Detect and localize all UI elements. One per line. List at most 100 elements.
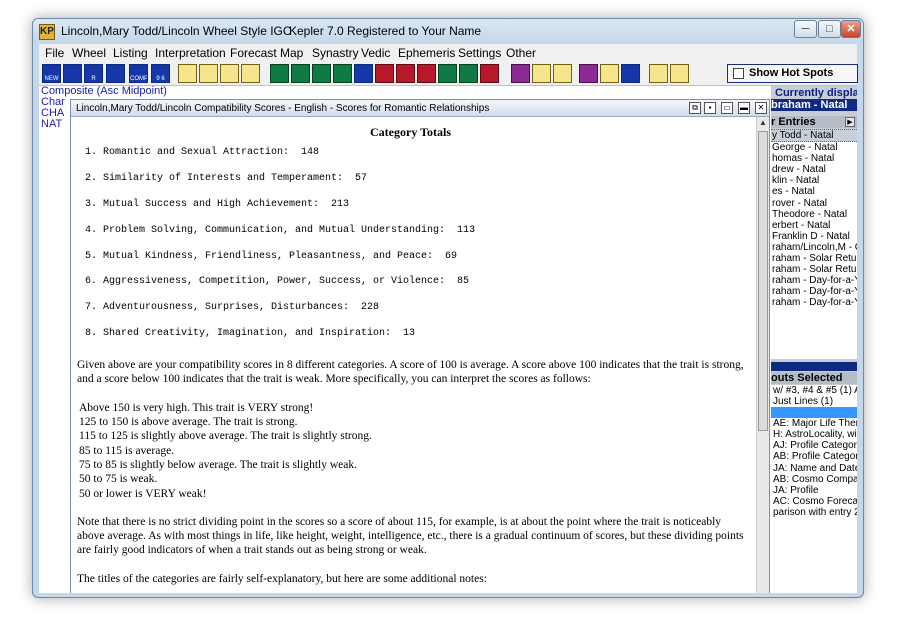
entries-list[interactable]: y Todd - Natal George - Natal homas - Na… — [771, 129, 857, 359]
scale-line: Above 150 is very high. This trait is VE… — [79, 401, 314, 414]
restore-icon[interactable]: ⧉ — [689, 102, 701, 114]
triwheel-icon[interactable] — [312, 64, 331, 83]
minimize-button[interactable]: ─ — [794, 20, 817, 38]
settings-icon[interactable] — [511, 64, 530, 83]
list-item[interactable]: AE: Major Life Themes — [771, 418, 857, 429]
menu-settings[interactable]: Settings — [458, 46, 501, 60]
list-item[interactable]: y Todd - Natal — [771, 129, 857, 143]
report-title-bar[interactable]: Lincoln,Mary Todd/Lincoln Compatibility … — [71, 100, 769, 117]
close-button[interactable]: ✕ — [841, 20, 861, 38]
hot-spots-label: Show Hot Spots — [749, 67, 834, 79]
list-item[interactable]: AB: Profile Category S — [771, 451, 857, 462]
list-item[interactable]: AJ: Profile Category S — [771, 440, 857, 451]
list-item[interactable]: Franklin D - Natal — [771, 231, 857, 242]
clock-icon[interactable] — [532, 64, 551, 83]
maps-icon[interactable] — [417, 64, 436, 83]
list-item-selected[interactable] — [771, 407, 857, 419]
menu-map[interactable]: Map — [280, 46, 303, 60]
show-hot-spots-checkbox[interactable]: Show Hot Spots — [727, 64, 858, 83]
intro-paragraph: Given above are your compatibility score… — [77, 359, 744, 386]
category-line: 3. Mutual Success and High Achievement: … — [85, 198, 350, 210]
list-item[interactable]: raham - Day-for-a-Yea — [771, 297, 857, 308]
synastry-icon[interactable] — [438, 64, 457, 83]
list-item[interactable]: H: AstroLocality, with — [771, 429, 857, 440]
scale-line: 75 to 85 is slightly below average. The … — [79, 458, 357, 471]
biwheel-icon[interactable] — [291, 64, 310, 83]
list-item[interactable]: parison with entry 2 — [771, 507, 857, 518]
help-icon[interactable] — [579, 64, 598, 83]
calendar-icon[interactable] — [621, 64, 640, 83]
minimize-icon[interactable]: ▬ — [738, 102, 750, 114]
category-line: 1. Romantic and Sexual Attraction: 148 — [85, 147, 320, 158]
list-item[interactable]: es - Natal — [771, 186, 857, 197]
list-item[interactable]: rover - Natal — [771, 198, 857, 209]
scroll-thumb[interactable] — [758, 131, 768, 431]
email-icon[interactable] — [241, 64, 260, 83]
zoom-in-icon[interactable] — [649, 64, 668, 83]
list-item[interactable]: AC: Cosmo Forecast — [771, 496, 857, 507]
list-item[interactable]: raham/Lincoln,M - Co — [771, 242, 857, 253]
outputs-list[interactable]: w/ #3, #4 & #5 (1) AA Just Lines (1) AE:… — [771, 385, 857, 593]
composite-icon[interactable]: COMP — [129, 64, 148, 83]
category-totals-heading: Category Totals — [370, 125, 451, 139]
category-line: 2. Similarity of Interests and Temperame… — [85, 172, 368, 184]
menu-wheel[interactable]: Wheel — [72, 46, 106, 60]
scale-line: 115 to 125 is slightly above average. Th… — [79, 430, 372, 443]
save-icon[interactable] — [199, 64, 218, 83]
menu-ephemeris[interactable]: Ephemeris — [398, 46, 455, 60]
list-item[interactable]: Theodore - Natal — [771, 209, 857, 220]
timer-icon[interactable] — [553, 64, 572, 83]
list-item[interactable]: homas - Natal — [771, 153, 857, 164]
font-icon[interactable] — [600, 64, 619, 83]
list-item[interactable]: w/ #3, #4 & #5 (1) AA — [771, 385, 857, 396]
scale-line: 85 to 115 is average. — [79, 444, 175, 457]
list-item[interactable]: raham - Day-for-a-Yea — [771, 286, 857, 297]
menu-listing[interactable]: Listing — [113, 46, 148, 60]
menu-interpretation[interactable]: Interpretation — [155, 46, 226, 60]
list-item[interactable]: erbert - Natal — [771, 220, 857, 231]
list-item[interactable]: George - Natal — [771, 142, 857, 153]
print-icon[interactable]: ▭ — [721, 102, 733, 114]
interpretation-icon[interactable] — [375, 64, 394, 83]
menu-forecast[interactable]: Forecast — [230, 46, 277, 60]
category-line: 7. Adventurousness, Surprises, Disturban… — [85, 302, 380, 314]
report-window: Lincoln,Mary Todd/Lincoln Compatibility … — [70, 99, 770, 593]
wheel-icon[interactable] — [270, 64, 289, 83]
app-icon[interactable]: KP — [39, 24, 55, 40]
list-item[interactable]: AB: Cosmo Compatib — [771, 474, 857, 485]
ephemeris-icon[interactable] — [480, 64, 499, 83]
menu-file[interactable]: File — [45, 46, 64, 60]
expand-arrow-icon[interactable]: ▶ — [845, 117, 855, 127]
transit-icon[interactable] — [63, 64, 82, 83]
new-chart-icon[interactable]: NEW — [42, 64, 61, 83]
open-icon[interactable] — [178, 64, 197, 83]
midpoint-icon[interactable] — [333, 64, 352, 83]
menu-vedic[interactable]: Vedic — [361, 46, 390, 60]
maximize-button[interactable]: □ — [818, 20, 841, 38]
vertical-scrollbar[interactable]: ▲ — [756, 117, 769, 593]
vedic-icon[interactable] — [459, 64, 478, 83]
save-icon[interactable]: ▪ — [704, 102, 716, 114]
scroll-up-icon[interactable]: ▲ — [757, 117, 769, 129]
current-entry-label: Currently displayed entry: — [775, 87, 857, 99]
list-item[interactable]: Just Lines (1) — [771, 396, 857, 407]
menu-other[interactable]: Other — [506, 46, 536, 60]
forecast-icon[interactable] — [396, 64, 415, 83]
list-item[interactable]: raham - Solar Return — [771, 264, 857, 275]
close-icon[interactable]: ✕ — [755, 102, 767, 114]
checkbox-box[interactable] — [733, 68, 744, 79]
list-item[interactable]: raham - Day-for-a-Yea — [771, 275, 857, 286]
list-item[interactable]: drew - Natal — [771, 164, 857, 175]
print-icon[interactable] — [220, 64, 239, 83]
list-item[interactable]: JA: Profile — [771, 485, 857, 496]
zoom-out-icon[interactable] — [670, 64, 689, 83]
progression-icon[interactable] — [106, 64, 125, 83]
list-icon[interactable] — [354, 64, 373, 83]
title-bar[interactable]: KP Lincoln,Mary Todd/Lincoln Wheel Style… — [33, 19, 863, 45]
harmonic-icon[interactable]: 9 6 — [151, 64, 170, 83]
list-item[interactable]: JA: Name and Date — [771, 463, 857, 474]
list-item[interactable]: klin - Natal — [771, 175, 857, 186]
return-icon[interactable]: R — [84, 64, 103, 83]
menu-synastry[interactable]: Synastry — [312, 46, 359, 60]
list-item[interactable]: raham - Solar Return — [771, 253, 857, 264]
